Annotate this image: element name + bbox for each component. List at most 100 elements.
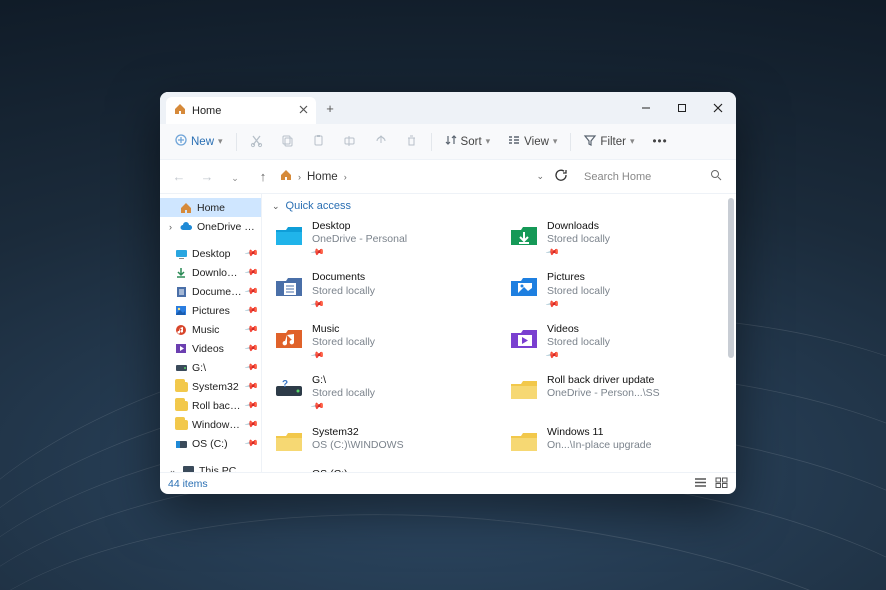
item-title: System32: [312, 426, 404, 439]
quick-access-item[interactable]: MusicStored locally📌: [268, 319, 495, 364]
drive-icon: ?: [274, 374, 304, 404]
large-icons-view-button[interactable]: [715, 477, 728, 491]
quick-access-item[interactable]: DocumentsStored locally📌: [268, 267, 495, 312]
pictures-icon: [509, 271, 539, 301]
copy-icon: [281, 134, 294, 150]
quick-access-item[interactable]: PicturesStored locally📌: [503, 267, 730, 312]
address-dropdown-icon[interactable]: ⌄: [536, 171, 544, 182]
sidebar-item[interactable]: Roll back driver update📌: [160, 396, 261, 415]
pc-icon: [181, 465, 195, 472]
item-icon: [174, 305, 188, 316]
sidebar-item-onedrive[interactable]: › OneDrive - Personal: [160, 217, 261, 236]
item-text: DesktopOneDrive - Personal📌: [312, 220, 407, 259]
pin-icon: 📌: [244, 322, 260, 338]
expand-icon[interactable]: ›: [166, 222, 175, 232]
pin-icon: 📌: [244, 303, 260, 319]
pin-icon: 📌: [244, 246, 260, 262]
sort-icon: [445, 134, 457, 149]
tab-label: Home: [192, 105, 221, 117]
home-icon: [174, 103, 186, 118]
tab-home[interactable]: Home: [166, 97, 316, 124]
window-controls: [628, 92, 736, 124]
crumb-home[interactable]: Home: [307, 171, 338, 183]
close-window-button[interactable]: [700, 92, 736, 124]
share-button[interactable]: [367, 130, 394, 154]
maximize-button[interactable]: [664, 92, 700, 124]
sidebar-item-label: Documents: [192, 286, 242, 298]
sidebar-item-label: Music: [192, 324, 242, 336]
navigation-pane[interactable]: Home › OneDrive - Personal Desktop📌Downl…: [160, 194, 262, 472]
sidebar-item-label: Windows 11: [192, 419, 242, 431]
item-count: 44 items: [168, 478, 208, 490]
sidebar-item[interactable]: Videos📌: [160, 339, 261, 358]
sidebar-item[interactable]: System32📌: [160, 377, 261, 396]
quick-access-item[interactable]: OS (C:)This PC: [268, 464, 495, 473]
status-bar: 44 items: [160, 472, 736, 494]
separator: [431, 133, 432, 151]
section-quick-access[interactable]: ⌄ Quick access: [262, 194, 736, 214]
item-text: MusicStored locally📌: [312, 323, 375, 362]
quick-access-item[interactable]: DesktopOneDrive - Personal📌: [268, 216, 495, 261]
sort-button[interactable]: Sort ▾: [438, 130, 498, 153]
item-text: DocumentsStored locally📌: [312, 271, 375, 310]
item-subtitle: OneDrive - Person...\SS: [547, 387, 660, 400]
pin-icon: 📌: [545, 296, 561, 312]
details-view-button[interactable]: [694, 477, 707, 491]
quick-access-item[interactable]: VideosStored locally📌: [503, 319, 730, 364]
search-input[interactable]: Search Home: [578, 166, 728, 188]
more-button[interactable]: •••: [646, 132, 675, 152]
sidebar-item[interactable]: Documents📌: [160, 282, 261, 301]
paste-button[interactable]: [305, 130, 332, 154]
back-button[interactable]: ←: [168, 169, 190, 184]
item-icon: [174, 267, 188, 279]
breadcrumb[interactable]: › Home › ⌄: [280, 169, 544, 184]
quick-access-item[interactable]: Windows 11On...\In-place upgrade: [503, 422, 730, 458]
home-icon: [179, 202, 193, 214]
quick-access-item[interactable]: Roll back driver updateOneDrive - Person…: [503, 370, 730, 415]
sidebar-item[interactable]: Windows 11📌: [160, 415, 261, 434]
item-subtitle: Stored locally: [547, 336, 610, 349]
minimize-button[interactable]: [628, 92, 664, 124]
chevron-down-icon: ▾: [486, 136, 491, 147]
collapse-icon[interactable]: ⌄: [272, 201, 280, 212]
cut-button[interactable]: [243, 130, 270, 154]
quick-access-item[interactable]: ?G:\Stored locally📌: [268, 370, 495, 415]
item-icon: [174, 363, 188, 372]
filter-button[interactable]: Filter ▾: [577, 130, 641, 153]
new-label: New: [191, 136, 214, 148]
item-title: OS (C:): [312, 468, 349, 473]
new-tab-button[interactable]: +: [316, 92, 344, 124]
new-button[interactable]: New ▾: [168, 130, 230, 153]
delete-button[interactable]: [398, 130, 425, 154]
sidebar-item[interactable]: Downloads📌: [160, 263, 261, 282]
view-button[interactable]: View ▾: [501, 130, 564, 153]
collapse-icon[interactable]: ⌄: [168, 465, 177, 472]
rename-button[interactable]: [336, 130, 363, 154]
forward-button[interactable]: →: [196, 169, 218, 184]
sidebar-item[interactable]: Pictures📌: [160, 301, 261, 320]
rename-icon: [343, 134, 356, 150]
close-tab-icon[interactable]: [299, 105, 308, 117]
item-text: Roll back driver updateOneDrive - Person…: [547, 374, 660, 400]
svg-text:?: ?: [282, 379, 288, 390]
copy-button[interactable]: [274, 130, 301, 154]
sidebar-item[interactable]: OS (C:)📌: [160, 434, 261, 453]
quick-access-item[interactable]: System32OS (C:)\WINDOWS: [268, 422, 495, 458]
item-title: Pictures: [547, 271, 610, 284]
new-icon: [175, 134, 187, 149]
refresh-button[interactable]: [550, 169, 572, 185]
up-button[interactable]: ↑: [252, 169, 274, 184]
sidebar-item[interactable]: Desktop📌: [160, 244, 261, 263]
item-subtitle: Stored locally: [312, 285, 375, 298]
sidebar-item-home[interactable]: Home: [160, 198, 261, 217]
sidebar-item[interactable]: G:\📌: [160, 358, 261, 377]
recent-dropdown[interactable]: ⌄: [224, 169, 246, 184]
item-text: Windows 11On...\In-place upgrade: [547, 426, 651, 452]
item-icon: [174, 249, 188, 259]
videos-icon: [509, 323, 539, 353]
sidebar-item-this-pc[interactable]: ⌄ This PC: [160, 461, 261, 472]
sidebar-item-label: This PC: [199, 465, 257, 473]
scrollbar[interactable]: [728, 198, 734, 358]
sidebar-item[interactable]: Music📌: [160, 320, 261, 339]
quick-access-item[interactable]: DownloadsStored locally📌: [503, 216, 730, 261]
